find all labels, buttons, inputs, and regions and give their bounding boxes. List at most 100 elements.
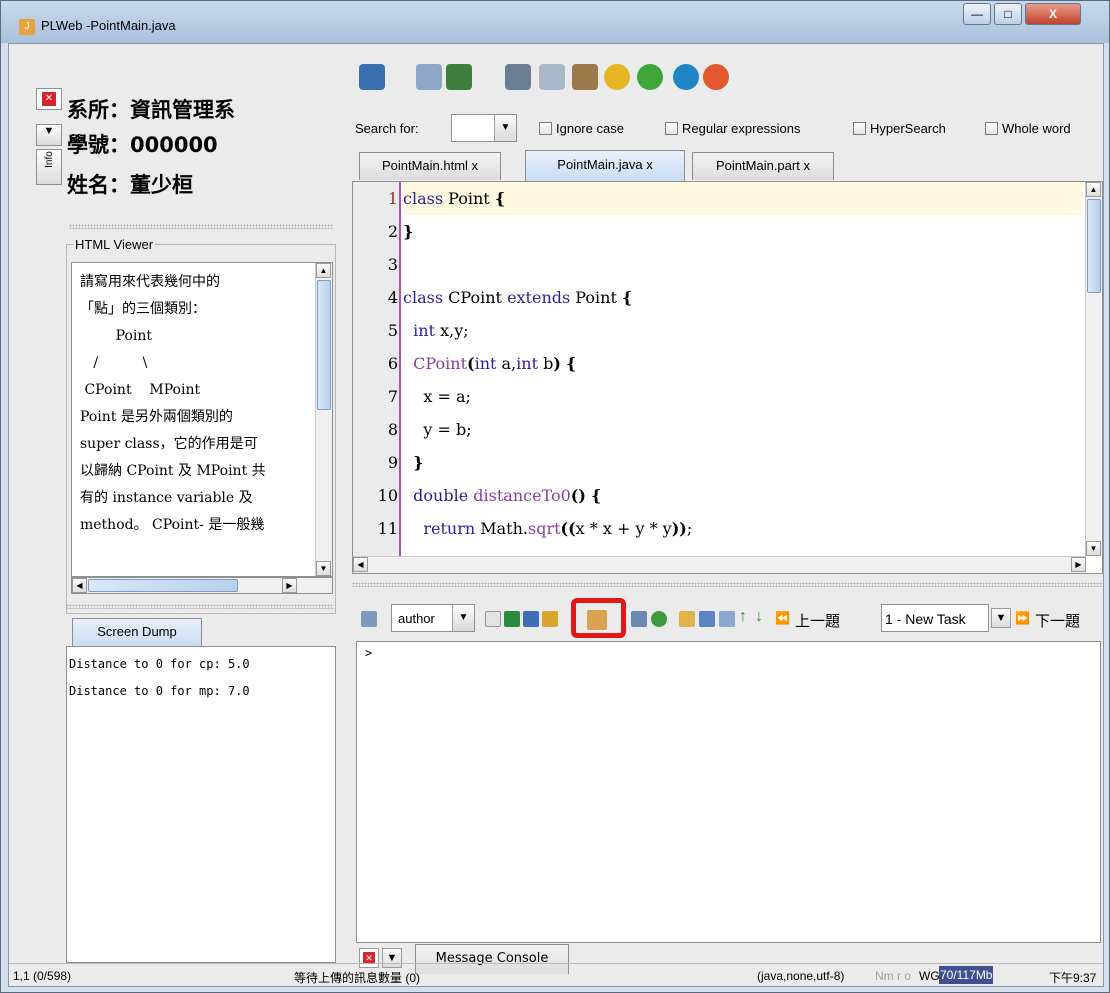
html-line: 請寫用來代表幾何中的 — [80, 274, 220, 290]
task-value: 1 - New Task — [885, 611, 966, 627]
hypersearch-checkbox[interactable]: HyperSearch — [853, 121, 946, 136]
console-prompt: > — [365, 646, 373, 660]
role-value: author — [398, 611, 435, 626]
editor-horizontal-scrollbar[interactable]: ◀ ▶ — [353, 556, 1086, 573]
tab-pointmain-java[interactable]: PointMain.java x — [525, 150, 685, 181]
code-line: 3 — [387, 255, 398, 274]
checkbox-label: HyperSearch — [870, 121, 946, 136]
cut-icon[interactable] — [505, 64, 531, 90]
maximize-button[interactable]: □ — [994, 3, 1022, 25]
compile-icon[interactable] — [542, 611, 558, 627]
scroll-up-icon[interactable]: ▲ — [316, 263, 331, 278]
code-line: 5 int x,y; — [387, 321, 469, 340]
redo-icon[interactable] — [637, 64, 663, 90]
tab-label: PointMain.part — [716, 158, 800, 173]
ignore-case-checkbox[interactable]: Ignore case — [539, 121, 624, 136]
chevron-down-icon[interactable]: ▼ — [452, 605, 474, 631]
scroll-down-icon[interactable]: ▼ — [1086, 541, 1101, 556]
scroll-up-icon[interactable]: ▲ — [1086, 182, 1101, 197]
format-icon[interactable] — [523, 611, 539, 627]
window-title: PLWeb -PointMain.java — [41, 18, 176, 33]
name-line: 姓名：董少桓 — [67, 173, 193, 197]
tab-pointmain-html[interactable]: PointMain.html x — [359, 152, 501, 180]
test-run-icon[interactable] — [587, 610, 607, 630]
arrow-up-icon[interactable]: ↑ — [739, 608, 747, 626]
scroll-down-icon[interactable]: ▼ — [316, 561, 331, 576]
arrow-down-icon[interactable]: ↓ — [755, 608, 763, 626]
main-client-area: ✕ ▼ Info 系所：資訊管理系 學號：000000 姓名：董少桓 HTML … — [8, 43, 1104, 987]
code-line: 7 x = a; — [387, 387, 471, 406]
refresh-icon[interactable] — [504, 611, 520, 627]
whole-word-checkbox[interactable]: Whole word — [985, 121, 1071, 136]
run-icon[interactable] — [673, 64, 699, 90]
editor-vertical-scrollbar[interactable]: ▲ ▼ — [1085, 182, 1102, 556]
task-select[interactable]: 1 - New Task — [881, 604, 989, 632]
new-file-icon[interactable] — [485, 611, 501, 627]
upload-icon[interactable] — [359, 64, 385, 90]
edit-icon[interactable] — [679, 611, 695, 627]
app-window: J PLWeb -PointMain.java — □ X ✕ ▼ Info 系… — [0, 0, 1110, 993]
scroll-right-icon[interactable]: ▶ — [1071, 557, 1086, 572]
html-line: CPoint MPoint — [80, 382, 201, 398]
dump-line: Distance to 0 for cp: 5.0 — [69, 657, 250, 671]
message-console[interactable]: > — [356, 641, 1101, 943]
vertical-scrollbar[interactable]: ▲ ▼ — [315, 263, 332, 576]
search-replace-icon[interactable] — [446, 64, 472, 90]
ok-icon[interactable] — [651, 611, 667, 627]
search-input[interactable]: ▼ — [451, 114, 517, 142]
close-tab-icon[interactable]: x — [803, 158, 810, 173]
tab-screen-dump[interactable]: Screen Dump — [72, 618, 202, 646]
stop-icon[interactable] — [703, 64, 729, 90]
close-tab-icon[interactable]: x — [646, 157, 653, 172]
h-scroll-thumb[interactable] — [88, 579, 238, 592]
close-tab-icon[interactable]: x — [472, 158, 479, 173]
chevron-down-icon[interactable]: ▼ — [494, 115, 516, 141]
code-editor[interactable]: 1 class Point { 2} 3 4 class CPoint extend… — [352, 181, 1103, 574]
save-icon[interactable] — [361, 611, 377, 627]
minimize-button[interactable]: — — [963, 3, 991, 25]
scroll-left-icon[interactable]: ◀ — [353, 557, 368, 572]
horizontal-scrollbar[interactable]: ◀ ▶ — [71, 577, 333, 594]
code-line: 8 y = b; — [387, 420, 472, 439]
code-line: 9 } — [387, 453, 424, 472]
html-line: Point 是另外兩個類別的 — [80, 409, 233, 425]
prev-icon[interactable]: ⏪ — [775, 611, 790, 625]
title-bar: J PLWeb -PointMain.java — □ X — [1, 1, 1109, 43]
html-viewer: 請寫用來代表幾何中的 「點」的三個類別： Point / \ CPoint MP… — [71, 262, 333, 577]
undo-icon[interactable] — [604, 64, 630, 90]
check-icon[interactable] — [631, 611, 647, 627]
close-panel-icon[interactable]: ✕ — [36, 88, 62, 110]
info-tab[interactable]: Info — [36, 149, 62, 185]
html-line: 「點」的三個類別： — [80, 301, 206, 317]
dropdown-icon[interactable]: ▼ — [36, 124, 62, 146]
scroll-thumb[interactable] — [1087, 199, 1101, 293]
tab-label: PointMain.html — [381, 158, 468, 173]
regex-checkbox[interactable]: Regular expressions — [665, 121, 801, 136]
next-task-button[interactable]: 下一題 — [1035, 610, 1080, 631]
upload-queue: 等待上傳的訊息數量 (0) — [294, 971, 421, 985]
chevron-down-icon[interactable]: ▼ — [991, 608, 1011, 628]
search-label: Search for: — [355, 121, 419, 136]
tab-pointmain-part[interactable]: PointMain.part x — [692, 152, 834, 180]
java-app-icon: J — [19, 19, 35, 35]
doc-icon[interactable] — [699, 611, 715, 627]
export-icon[interactable] — [719, 611, 735, 627]
prev-task-button[interactable]: 上一題 — [795, 610, 840, 631]
preview-icon[interactable] — [416, 64, 442, 90]
close-button[interactable]: X — [1025, 3, 1081, 25]
copy-icon[interactable] — [539, 64, 565, 90]
scroll-left-icon[interactable]: ◀ — [72, 578, 87, 593]
code-line: 2} — [387, 222, 414, 241]
html-viewer-label: HTML Viewer — [73, 237, 156, 252]
code-line: 4 class CPoint extends Point { — [387, 288, 633, 307]
html-line: / \ — [80, 355, 148, 371]
paste-icon[interactable] — [572, 64, 598, 90]
role-select[interactable]: author ▼ — [391, 604, 475, 632]
edit-mode: (java,none,utf-8) — [757, 969, 845, 983]
next-icon[interactable]: ⏩ — [1015, 611, 1030, 625]
code-line: 10 double distanceTo0() { — [377, 486, 602, 505]
scroll-thumb[interactable] — [317, 280, 331, 410]
clock: 下午9:37 — [1049, 971, 1097, 985]
scroll-right-icon[interactable]: ▶ — [282, 578, 297, 593]
checkbox-label: Ignore case — [556, 121, 624, 136]
